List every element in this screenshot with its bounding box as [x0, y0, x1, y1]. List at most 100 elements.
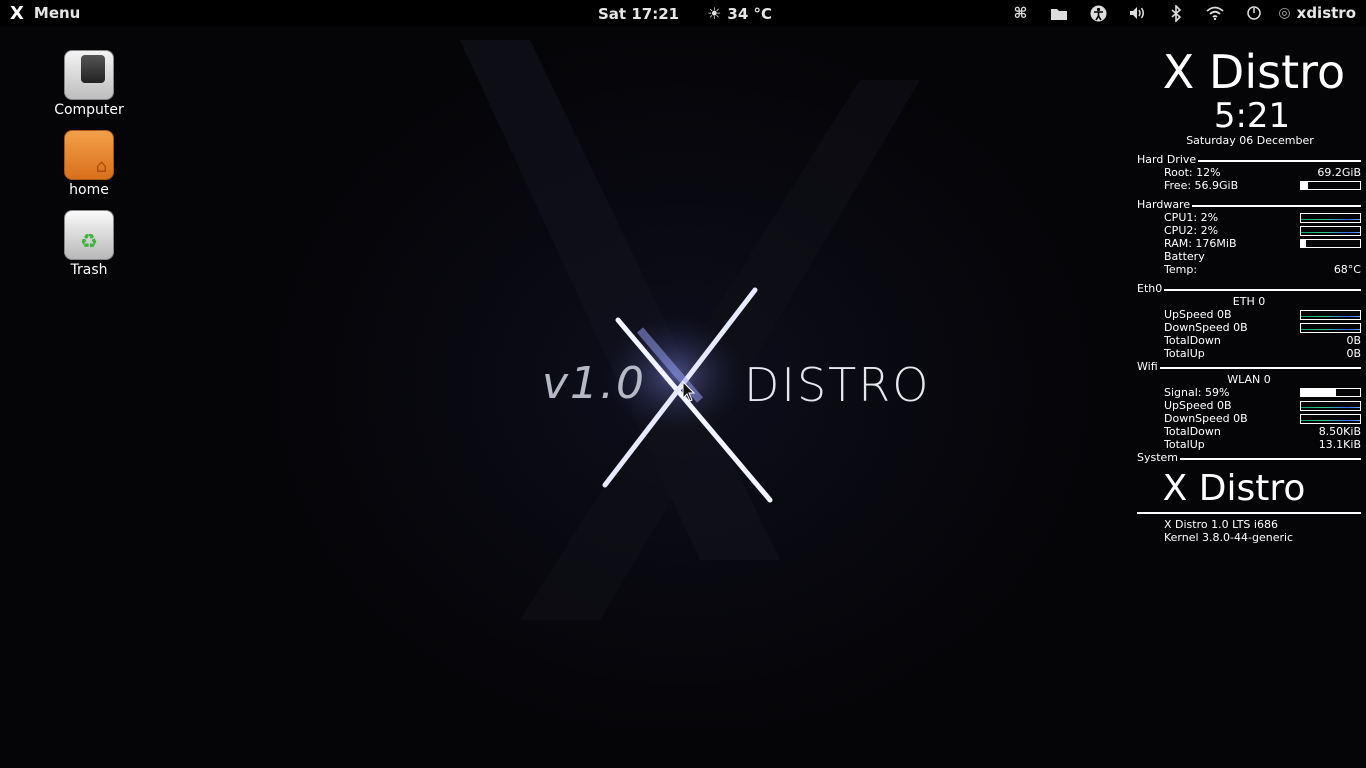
- user-icon: ◎: [1278, 5, 1291, 21]
- cpu2-usage: CPU2: 2%: [1164, 224, 1219, 237]
- ram-row: RAM: 176MiB: [1137, 237, 1361, 250]
- wifi-icon[interactable]: [1205, 3, 1225, 23]
- disk-usage-bar: [1300, 181, 1361, 190]
- wifi-downspeed-row: DownSpeed 0B: [1137, 412, 1361, 425]
- wallpaper-version-text: v1.0: [542, 358, 647, 409]
- section-title: Wifi: [1137, 360, 1158, 373]
- eth0-downspeed-graph: [1300, 322, 1361, 333]
- system-tray: ⌘ ◎ xdistro: [991, 3, 1356, 23]
- root-row: Root: 12% 69.2GiB: [1137, 166, 1361, 179]
- eth0-downspeed-row: DownSpeed 0B: [1137, 321, 1361, 334]
- x-logo-icon: X: [10, 2, 24, 24]
- eth0-upspeed: UpSpeed 0B: [1164, 308, 1232, 321]
- command-icon[interactable]: ⌘: [1010, 3, 1030, 23]
- conky-time: 5:21: [1213, 96, 1291, 136]
- volume-icon[interactable]: [1127, 3, 1147, 23]
- section-eth0: Eth0: [1137, 282, 1361, 295]
- eth0-totalup-value: 0B: [1346, 347, 1361, 360]
- eth0-totaldown-value: 0B: [1346, 334, 1361, 347]
- conky-date: Saturday 06 December: [1186, 134, 1314, 147]
- desktop-icon-label: home: [69, 182, 109, 198]
- user-name: xdistro: [1296, 4, 1356, 22]
- wifi-totalup-row: TotalUp 13.1KiB: [1137, 438, 1361, 451]
- conky-title: X Distro: [1162, 45, 1346, 99]
- user-menu[interactable]: ◎ xdistro: [1278, 4, 1356, 22]
- desktop-icon-home[interactable]: home: [44, 130, 134, 198]
- free-space: Free: 56.9GiB: [1164, 179, 1239, 192]
- conky-system-monitor: X Distro 5:21 Saturday 06 December Hard …: [1137, 46, 1361, 544]
- battery-row: Battery: [1137, 250, 1361, 263]
- root-size: 69.2GiB: [1317, 166, 1361, 179]
- wifi-totaldown-label: TotalDown: [1164, 425, 1221, 438]
- trash-icon: [64, 210, 114, 260]
- divider: [1192, 205, 1361, 207]
- mouse-pointer-icon: [682, 381, 696, 402]
- section-system: System: [1137, 451, 1361, 464]
- panel-clock[interactable]: Sat 17:21: [598, 5, 679, 23]
- section-wifi: Wifi: [1137, 360, 1361, 373]
- wifi-downspeed-graph: [1300, 413, 1361, 424]
- section-title: Hard Drive: [1137, 153, 1197, 166]
- weather-temperature[interactable]: 34 °C: [727, 5, 772, 23]
- temp-label: Temp:: [1164, 263, 1198, 276]
- computer-icon: [64, 50, 114, 100]
- cpu1-usage: CPU1: 2%: [1164, 211, 1219, 224]
- ram-usage: RAM: 176MiB: [1164, 237, 1237, 250]
- wifi-signal-bar: [1300, 388, 1361, 397]
- divider: [1137, 512, 1361, 514]
- cpu1-graph: [1300, 212, 1361, 223]
- bluetooth-icon[interactable]: [1166, 3, 1186, 23]
- eth0-upspeed-row: UpSpeed 0B: [1137, 308, 1361, 321]
- wifi-totaldown-value: 8.50KiB: [1318, 425, 1361, 438]
- menu-label: Menu: [33, 4, 81, 22]
- eth0-header-row: ETH 0: [1137, 295, 1361, 308]
- temp-value: 68°C: [1333, 263, 1361, 276]
- eth0-totalup-row: TotalUp 0B: [1137, 347, 1361, 360]
- accessibility-icon[interactable]: [1088, 3, 1108, 23]
- wifi-totalup-label: TotalUp: [1164, 438, 1205, 451]
- system-kernel: Kernel 3.8.0-44-generic: [1164, 531, 1294, 544]
- home-folder-icon: [64, 130, 114, 180]
- divider: [1180, 458, 1361, 460]
- wlan0-header: WLAN 0: [1227, 373, 1271, 386]
- wifi-upspeed-graph: [1300, 400, 1361, 411]
- kernel-row: Kernel 3.8.0-44-generic: [1137, 531, 1361, 544]
- cpu1-row: CPU1: 2%: [1137, 211, 1361, 224]
- wifi-totaldown-row: TotalDown 8.50KiB: [1137, 425, 1361, 438]
- ram-usage-bar: [1300, 239, 1361, 248]
- battery-label: Battery: [1164, 250, 1205, 263]
- eth0-upspeed-graph: [1300, 309, 1361, 320]
- divider: [1164, 289, 1361, 291]
- system-name: X Distro: [1162, 468, 1306, 509]
- eth0-header: ETH 0: [1232, 295, 1266, 308]
- clock-weather-area[interactable]: Sat 17:21 ☀ 34 °C: [598, 4, 772, 23]
- divider: [1159, 367, 1361, 369]
- eth0-totalup-label: TotalUp: [1164, 347, 1205, 360]
- weather-sun-icon: ☀: [707, 4, 722, 23]
- eth0-totaldown-label: TotalDown: [1164, 334, 1221, 347]
- release-row: X Distro 1.0 LTS i686: [1137, 518, 1361, 531]
- section-title: System: [1137, 451, 1179, 464]
- wallpaper-distro-text: DISTRO: [744, 358, 931, 412]
- folder-icon[interactable]: [1049, 3, 1069, 23]
- desktop-icon-computer[interactable]: Computer: [44, 50, 134, 118]
- system-release: X Distro 1.0 LTS i686: [1164, 518, 1278, 531]
- desktop-icon-label: Trash: [70, 262, 108, 278]
- section-title: Eth0: [1137, 282, 1163, 295]
- eth0-totaldown-row: TotalDown 0B: [1137, 334, 1361, 347]
- power-icon[interactable]: [1244, 3, 1264, 23]
- cpu2-row: CPU2: 2%: [1137, 224, 1361, 237]
- wlan0-header-row: WLAN 0: [1137, 373, 1361, 386]
- desktop-icon-trash[interactable]: Trash: [44, 210, 134, 278]
- eth0-downspeed: DownSpeed 0B: [1164, 321, 1248, 334]
- temp-row: Temp: 68°C: [1137, 263, 1361, 276]
- free-row: Free: 56.9GiB: [1137, 179, 1361, 192]
- top-panel: X Menu Sat 17:21 ☀ 34 °C ⌘ ◎ xdistro: [0, 0, 1366, 26]
- divider: [1198, 160, 1361, 162]
- cpu2-graph: [1300, 225, 1361, 236]
- wifi-signal-row: Signal: 59%: [1137, 386, 1361, 399]
- wifi-signal: Signal: 59%: [1164, 386, 1230, 399]
- menu-button[interactable]: X Menu: [10, 3, 80, 24]
- wifi-downspeed: DownSpeed 0B: [1164, 412, 1248, 425]
- desktop-icon-label: Computer: [54, 102, 124, 118]
